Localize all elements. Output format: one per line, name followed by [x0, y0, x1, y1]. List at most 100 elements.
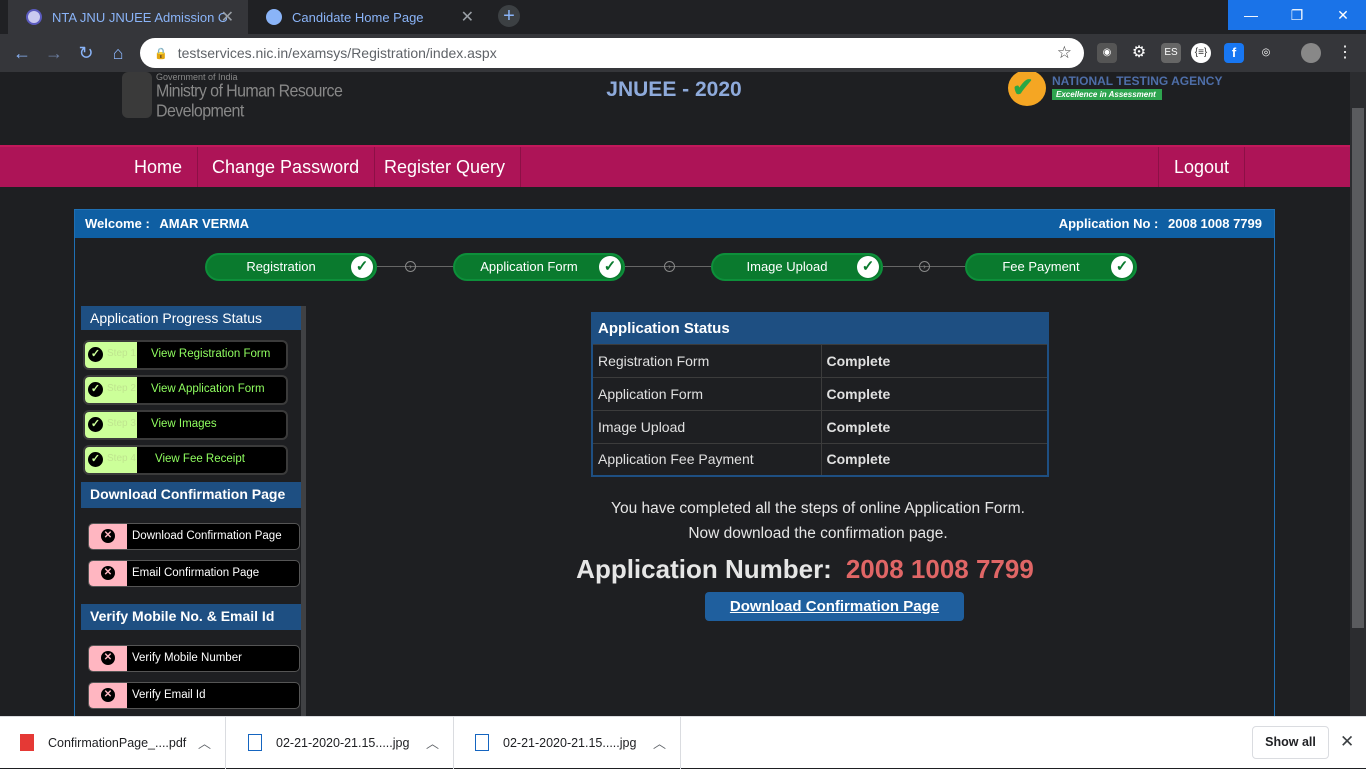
nta-name: NATIONAL TESTING AGENCY [1052, 74, 1223, 88]
forward-button[interactable]: → [42, 41, 66, 65]
address-bar[interactable]: 🔒 testservices.nic.in/examsys/Registrati… [140, 38, 1084, 68]
nav-change-password[interactable]: Change Password [197, 147, 376, 187]
chevron-up-icon[interactable]: ︿ [653, 733, 666, 752]
status-value: Complete [820, 343, 1049, 378]
show-all-button[interactable]: Show all [1252, 726, 1329, 759]
mhrd-logo: Government of India Ministry of Human Re… [122, 72, 352, 121]
application-number: Application Number: 2008 1008 7799 [531, 554, 1079, 585]
arrow-circle-icon: › [405, 261, 416, 272]
step-application-form: Application Form ✓ [453, 253, 625, 281]
view-fee-receipt-button[interactable]: ✓ Step 4 View Fee Receipt [83, 445, 288, 475]
verify-email-link[interactable]: ✕ Verify Email Id [88, 682, 300, 709]
table-row: Registration Form Complete [591, 343, 1049, 378]
close-circle-icon: ✕ [101, 651, 115, 665]
nav-logout[interactable]: Logout [1158, 147, 1246, 187]
chevron-up-icon[interactable]: ︿ [426, 733, 439, 752]
pdf-file-icon [20, 734, 34, 751]
close-tab-icon[interactable]: ✕ [461, 7, 474, 27]
tab-title: NTA JNU JNUEE Admission Onlin [52, 9, 227, 25]
download-confirmation-button[interactable]: Download Confirmation Page [705, 592, 964, 621]
incognito-icon[interactable]: ◎ [1256, 43, 1276, 63]
tab-strip: NTA JNU JNUEE Admission Onlin ✕ Candidat… [0, 0, 1366, 34]
download-heading: Download Confirmation Page [81, 482, 301, 508]
panel-header: Welcome : AMAR VERMA Application No : 20… [75, 210, 1274, 238]
exam-title: JNUEE - 2020 [606, 78, 742, 101]
close-icon[interactable]: ✕ [1340, 732, 1354, 752]
check-circle-icon: ✓ [88, 347, 103, 362]
nav-register-query[interactable]: Register Query [369, 147, 522, 187]
email-confirmation-link[interactable]: ✕ Email Confirmation Page [88, 560, 300, 587]
verify-mobile-link[interactable]: ✕ Verify Mobile Number [88, 645, 300, 672]
sidebar: Application Progress Status ✓ Step 1 View… [81, 306, 307, 716]
progress-items: ✓ Step 1 View Registration Form ✓ Step 2 V… [81, 330, 301, 482]
scrollbar-thumb[interactable] [1352, 108, 1364, 628]
view-images-button[interactable]: ✓ Step 3 View Images [83, 410, 288, 440]
close-window-button[interactable]: ✕ [1320, 0, 1366, 30]
view-registration-button[interactable]: ✓ Step 1 View Registration Form [83, 340, 288, 370]
site-header: Government of India Ministry of Human Re… [0, 72, 1350, 143]
bookmark-star-icon[interactable]: ☆ [1057, 43, 1072, 63]
nta-logo: ✔ NATIONAL TESTING AGENCY Excellence in … [1008, 72, 1238, 106]
back-button[interactable]: ← [10, 41, 34, 65]
completion-message: You have completed all the steps of onli… [611, 500, 1025, 542]
nta-favicon [26, 9, 42, 25]
check-icon: ✓ [599, 256, 621, 278]
tab-candidate-home[interactable]: Candidate Home Page ✕ [248, 0, 488, 34]
view-application-button[interactable]: ✓ Step 2 View Application Form [83, 375, 288, 405]
progress-status-heading: Application Progress Status [81, 306, 301, 330]
download-item-jpg[interactable]: 02-21-2020-21.15.....jpg ︿ [455, 717, 681, 769]
candidate-name: AMAR VERMA [159, 216, 249, 231]
toolbar: ← → ↻ ⌂ 🔒 testservices.nic.in/examsys/Re… [0, 34, 1366, 72]
application-status-table: Application Status Registration Form Comp… [591, 312, 1049, 477]
chevron-up-icon[interactable]: ︿ [198, 733, 211, 752]
tab-nta-jnuee[interactable]: NTA JNU JNUEE Admission Onlin ✕ [8, 0, 248, 34]
home-button[interactable]: ⌂ [106, 41, 130, 65]
url-text: testservices.nic.in/examsys/Registration… [177, 45, 497, 61]
restore-button[interactable]: ❐ [1274, 0, 1320, 30]
download-confirmation-link[interactable]: ✕ Download Confirmation Page [88, 523, 300, 550]
minimize-button[interactable]: — [1228, 0, 1274, 30]
application-no-header: Application No : 2008 1008 7799 [1059, 210, 1262, 238]
profile-avatar[interactable] [1301, 43, 1321, 63]
json-icon[interactable]: {≡} [1191, 43, 1211, 63]
downloads-bar: ConfirmationPage_....pdf ︿ 02-21-2020-21… [0, 716, 1366, 769]
reload-button[interactable]: ↻ [74, 41, 98, 65]
main-nav: Home Change Password Register Query Logo… [0, 145, 1350, 187]
table-row: Application Form Complete [591, 376, 1049, 411]
close-circle-icon: ✕ [101, 688, 115, 702]
status-value: Complete [820, 409, 1049, 444]
candidate-panel: Welcome : AMAR VERMA Application No : 20… [74, 209, 1275, 716]
close-circle-icon: ✕ [101, 529, 115, 543]
more-icon[interactable]: ⋮ [1335, 43, 1355, 63]
close-tab-icon[interactable]: ✕ [221, 7, 234, 27]
gear-icon[interactable]: ⚙ [1129, 43, 1149, 63]
table-row: Image Upload Complete [591, 409, 1049, 444]
verify-heading: Verify Mobile No. & Email Id [81, 604, 301, 630]
nav-home[interactable]: Home [119, 147, 199, 187]
step-label: Image Upload [746, 259, 828, 274]
nta-tagline: Excellence in Assessment [1052, 89, 1162, 100]
tab-title: Candidate Home Page [292, 9, 424, 25]
app-no-value: 2008 1008 7799 [1168, 216, 1262, 231]
application-number-label: Application Number: [576, 554, 832, 584]
emblem-icon [122, 72, 152, 118]
status-value: Complete [820, 442, 1049, 477]
lock-icon: 🔒 [154, 47, 168, 60]
verify-items: ✕ Verify Mobile Number ✕ Verify Email Id [81, 630, 301, 716]
download-item-jpg[interactable]: 02-21-2020-21.15.....jpg ︿ [228, 717, 454, 769]
facebook-icon[interactable]: f [1224, 43, 1244, 63]
es-icon[interactable]: ES [1161, 43, 1181, 63]
arrow-circle-icon: › [664, 261, 675, 272]
image-file-icon [248, 734, 262, 751]
raccoon-icon[interactable]: ◉ [1097, 43, 1117, 63]
step-label: Fee Payment [1002, 259, 1080, 274]
close-circle-icon: ✕ [101, 566, 115, 580]
progress-steps: Registration ✓ › Application Form ✓ › Im… [205, 253, 1145, 283]
gov-line: Government of India [156, 72, 238, 82]
page-scrollbar[interactable] [1350, 72, 1366, 716]
new-tab-button[interactable]: + [498, 5, 520, 27]
checkmark-icon: ✔ [1012, 72, 1034, 102]
welcome-label: Welcome : [85, 216, 150, 231]
check-circle-icon: ✓ [88, 382, 103, 397]
download-item-pdf[interactable]: ConfirmationPage_....pdf ︿ [0, 717, 226, 769]
